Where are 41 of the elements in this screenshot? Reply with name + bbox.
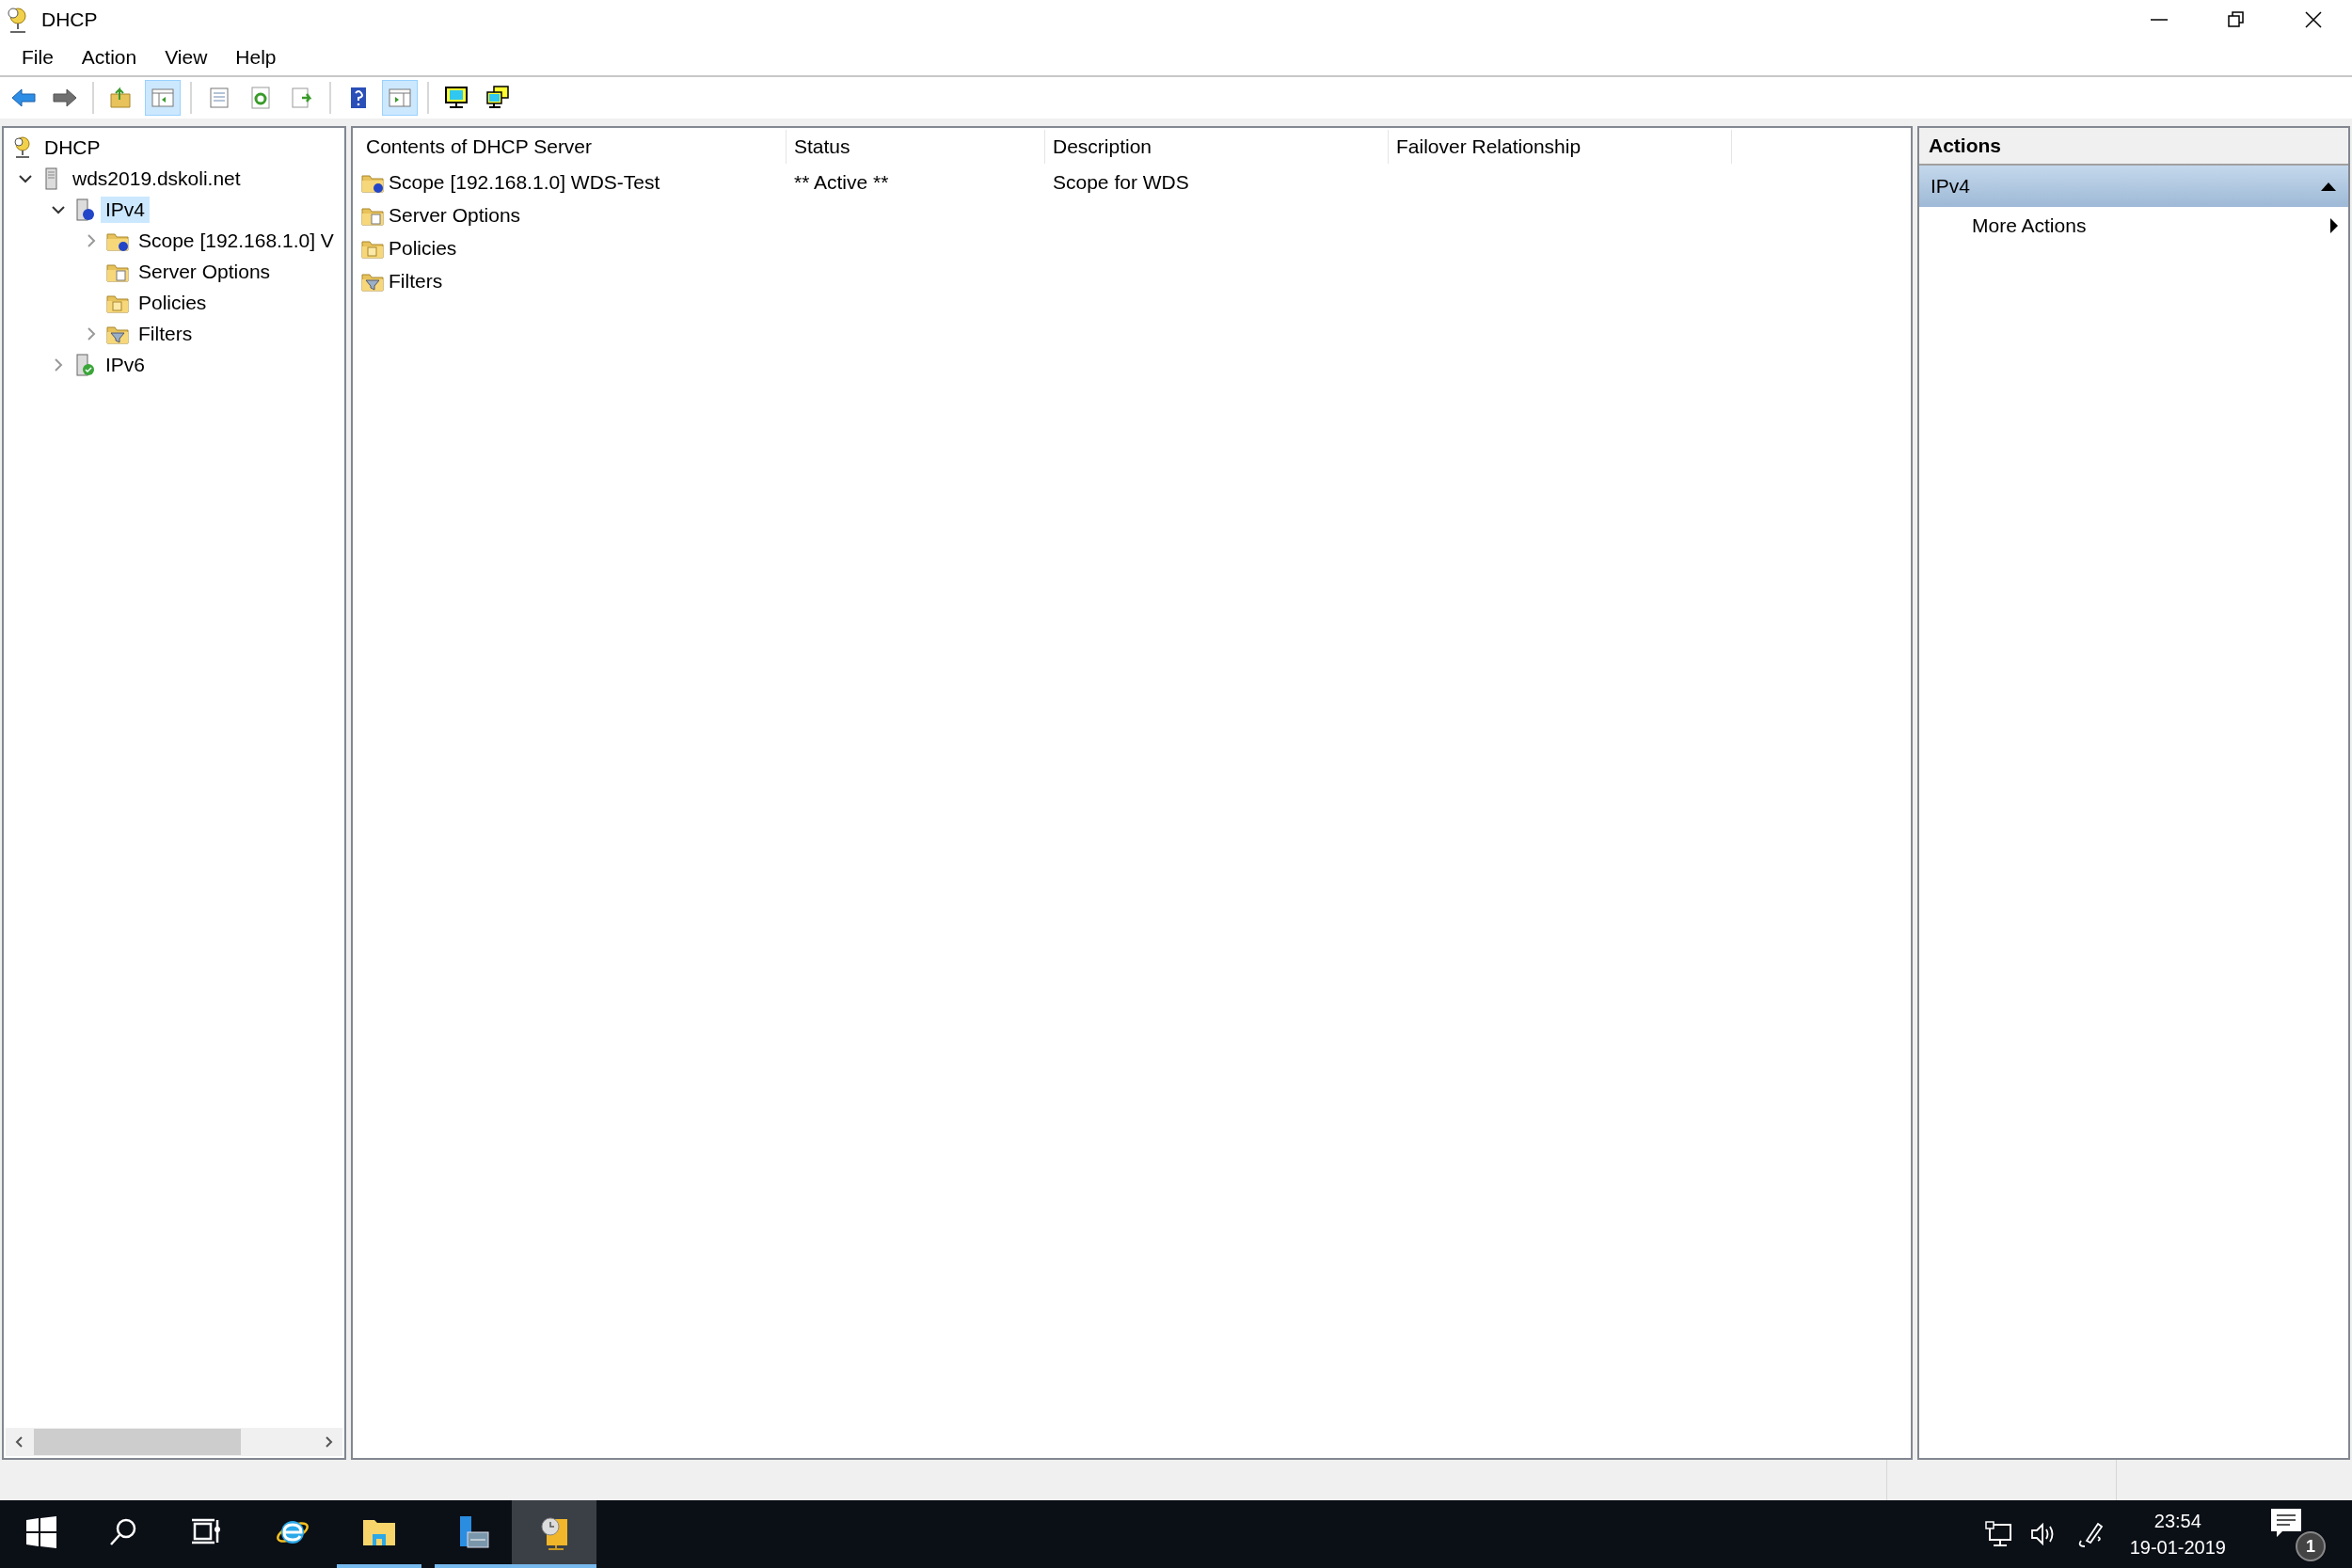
window-title: DHCP — [41, 8, 98, 31]
tree-item[interactable]: Filters — [134, 320, 198, 347]
menu-item[interactable]: View — [151, 46, 222, 69]
list-cell[interactable]: Filters — [389, 269, 443, 293]
message-icon — [2269, 1507, 2303, 1539]
column-header[interactable]: Description — [1045, 130, 1389, 164]
clock[interactable]: 23:54 19-01-2019 — [2129, 1508, 2226, 1560]
column-header[interactable]: Contents of DHCP Server — [358, 130, 787, 164]
list-cell[interactable]: Scope [192.168.1.0] WDS-Test — [389, 170, 660, 194]
tree-item[interactable]: IPv6 — [101, 351, 151, 378]
tree-item[interactable]: wds2019.dskoli.net — [68, 165, 246, 192]
network-icon[interactable] — [1984, 1521, 2013, 1547]
monitors-icon — [485, 85, 511, 111]
tree-item[interactable]: IPv4 — [101, 196, 151, 223]
tree-item[interactable]: Policies — [134, 289, 212, 316]
menu-item[interactable]: File — [8, 46, 68, 69]
restore-icon — [2227, 10, 2246, 29]
list-cell: Scope for WDS — [1053, 170, 1189, 194]
tree-item[interactable]: Server Options — [134, 258, 276, 285]
list-cell[interactable]: Server Options — [389, 203, 521, 227]
action-link[interactable]: More Actions — [1972, 214, 2087, 237]
column-header[interactable]: Failover Relationship — [1389, 130, 1732, 164]
column-header[interactable]: Status — [787, 130, 1045, 164]
menu-item[interactable]: Help — [221, 46, 291, 69]
submenu-triangle-icon[interactable] — [2329, 217, 2339, 234]
collapse-triangle-icon[interactable] — [2320, 181, 2337, 192]
tree-item[interactable]: DHCP — [40, 134, 105, 161]
close-icon — [2304, 10, 2323, 29]
actions-header: Actions — [1919, 128, 2348, 166]
tree-item[interactable]: Scope [192.168.1.0] V — [134, 227, 339, 254]
notification-center-button[interactable]: 1 — [2269, 1507, 2326, 1561]
taskbar-button[interactable] — [512, 1500, 596, 1568]
list-cell: ** Active ** — [794, 170, 889, 194]
notification-count: 1 — [2296, 1531, 2326, 1561]
section-title: IPv4 — [1931, 175, 1971, 198]
list-cell[interactable]: Policies — [389, 236, 457, 260]
action-section-bar[interactable]: IPv4 — [1919, 166, 2348, 207]
minimize-icon — [2150, 19, 2169, 21]
horizontal-scrollbar[interactable] — [6, 1428, 342, 1456]
menu-item[interactable]: Action — [67, 46, 151, 69]
monitor-icon — [443, 85, 469, 111]
